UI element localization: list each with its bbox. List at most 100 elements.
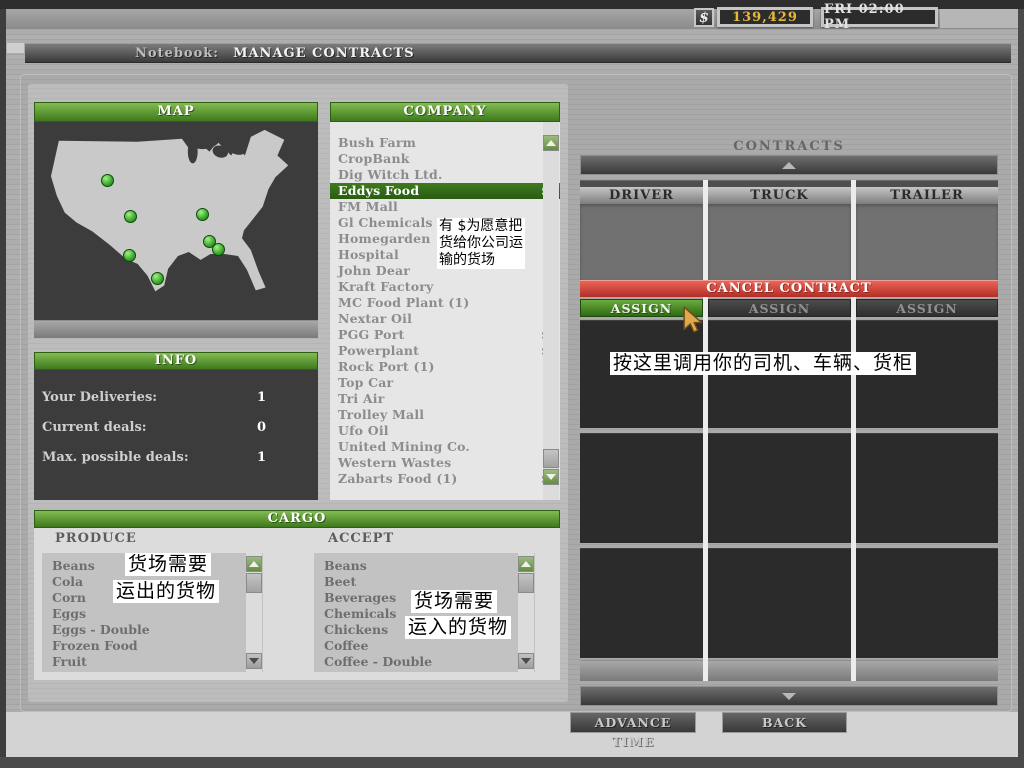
produce-column-header: PRODUCE [55, 531, 137, 546]
company-item[interactable]: Rock Port (1) [330, 359, 560, 375]
bottom-strip [6, 712, 1018, 757]
assign-trailer-button[interactable]: ASSIGN [856, 299, 998, 317]
trailer-slot[interactable] [856, 204, 998, 280]
truck-slot[interactable] [708, 204, 851, 280]
column-strip [856, 180, 998, 187]
company-name: Ufo Oil [338, 423, 389, 439]
column-separator [851, 180, 856, 681]
map-body [34, 122, 318, 320]
produce-item[interactable]: Eggs [42, 606, 263, 622]
frame-edge-bottom [0, 757, 1024, 768]
company-item[interactable]: CropBank [330, 151, 560, 167]
company-name: CropBank [338, 151, 410, 167]
company-item[interactable]: Kraft Factory [330, 279, 560, 295]
company-name: Eddys Food [338, 183, 419, 199]
accept-scroll-down-button[interactable] [518, 653, 534, 669]
map-panel-header: MAP [34, 102, 318, 122]
column-strip [708, 180, 851, 187]
mouse-cursor [681, 306, 703, 334]
scroll-down-icon [782, 693, 796, 700]
back-button[interactable]: BACK [722, 712, 847, 733]
company-item[interactable]: United Mining Co. [330, 439, 560, 455]
company-name: Gl Chemicals [338, 215, 433, 231]
accept-scroll-up-button[interactable] [518, 556, 534, 572]
accept-item[interactable]: Beans [314, 558, 535, 574]
produce-scroll-down-button[interactable] [246, 653, 262, 669]
truck-column-header: TRUCK [708, 187, 851, 204]
cancel-contract-button[interactable]: CANCEL CONTRACT [580, 280, 998, 297]
column-separator [703, 180, 708, 681]
company-name: Trolley Mall [338, 407, 424, 423]
column-footer [708, 660, 851, 681]
company-item[interactable]: Eddys Food$ [330, 183, 560, 199]
column-footer [580, 660, 703, 681]
scroll-down-icon [546, 474, 556, 480]
contracts-scroll-down-bar[interactable] [580, 686, 998, 706]
company-item[interactable]: FM Mall [330, 199, 560, 215]
advance-time-button[interactable]: ADVANCE TIME [570, 712, 696, 733]
company-name: Western Wastes [338, 455, 451, 471]
notebook-bar: Notebook: MANAGE CONTRACTS [25, 43, 1011, 63]
map-location-dot [196, 208, 209, 221]
company-name: Top Car [338, 375, 393, 391]
frame-edge-left [0, 9, 6, 757]
company-item[interactable]: Ufo Oil [330, 423, 560, 439]
company-item[interactable]: Powerplant$ [330, 343, 560, 359]
company-scroll-up-button[interactable] [543, 135, 559, 151]
accept-note-line2: 运入的货物 [405, 616, 511, 639]
company-name: Bush Farm [338, 135, 416, 151]
company-item[interactable]: Tri Air [330, 391, 560, 407]
produce-item[interactable]: Frozen Food [42, 638, 263, 654]
money-display: 139,429 [717, 7, 813, 27]
frame-edge-right [1018, 9, 1024, 757]
produce-item[interactable]: Fruit [42, 654, 263, 670]
accept-note-line1: 货场需要 [411, 590, 497, 613]
trailer-column-header: TRAILER [856, 187, 998, 204]
note-line: 有 $为愿意把 [439, 218, 523, 235]
company-name: Dig Witch Ltd. [338, 167, 443, 183]
driver-slot[interactable] [580, 204, 703, 280]
contracts-scroll-up-bar[interactable] [580, 155, 998, 175]
company-name: Hospital [338, 247, 399, 263]
produce-scroll-thumb[interactable] [246, 573, 262, 593]
company-item[interactable]: Top Car [330, 375, 560, 391]
company-item[interactable]: Dig Witch Ltd. [330, 167, 560, 183]
currency-icon: $ [694, 8, 714, 27]
accept-item[interactable]: Coffee - Double [314, 654, 535, 670]
info-value: 1 [257, 450, 266, 466]
info-value: 0 [257, 420, 266, 436]
company-name: FM Mall [338, 199, 398, 215]
cargo-panel-header: CARGO [34, 510, 560, 528]
company-scroll-thumb[interactable] [543, 449, 559, 468]
scroll-up-icon [782, 162, 796, 169]
company-name: MC Food Plant (1) [338, 295, 469, 311]
company-item[interactable]: Zabarts Food (1)$ [330, 471, 560, 487]
info-row-max-deals: Max. possible deals: 1 [34, 450, 318, 466]
company-item[interactable]: Bush Farm [330, 135, 560, 151]
produce-item[interactable]: Eggs - Double [42, 622, 263, 638]
scroll-up-icon [521, 561, 531, 567]
assign-truck-button[interactable]: ASSIGN [708, 299, 851, 317]
company-item[interactable]: Nextar Oil [330, 311, 560, 327]
map-footer [34, 320, 318, 338]
company-name: United Mining Co. [338, 439, 470, 455]
company-item[interactable]: Western Wastes [330, 455, 560, 471]
company-item[interactable]: MC Food Plant (1) [330, 295, 560, 311]
contracts-title: CONTRACTS [580, 139, 998, 154]
scroll-down-icon [249, 658, 259, 664]
company-name: Powerplant [338, 343, 419, 359]
map-dots [37, 125, 315, 317]
map-location-dot [101, 174, 114, 187]
company-scroll-down-button[interactable] [543, 469, 559, 485]
column-strip [580, 180, 703, 187]
company-item[interactable]: Trolley Mall [330, 407, 560, 423]
produce-scroll-up-button[interactable] [246, 556, 262, 572]
accept-item[interactable]: Beet [314, 574, 535, 590]
company-item[interactable]: PGG Port$ [330, 327, 560, 343]
accept-item[interactable]: Coffee [314, 638, 535, 654]
column-footer [856, 660, 998, 681]
company-scrollbar[interactable] [543, 122, 559, 500]
info-row-deliveries: Your Deliveries: 1 [34, 390, 318, 406]
contract-slot-row [580, 548, 998, 658]
accept-scroll-thumb[interactable] [518, 573, 534, 593]
